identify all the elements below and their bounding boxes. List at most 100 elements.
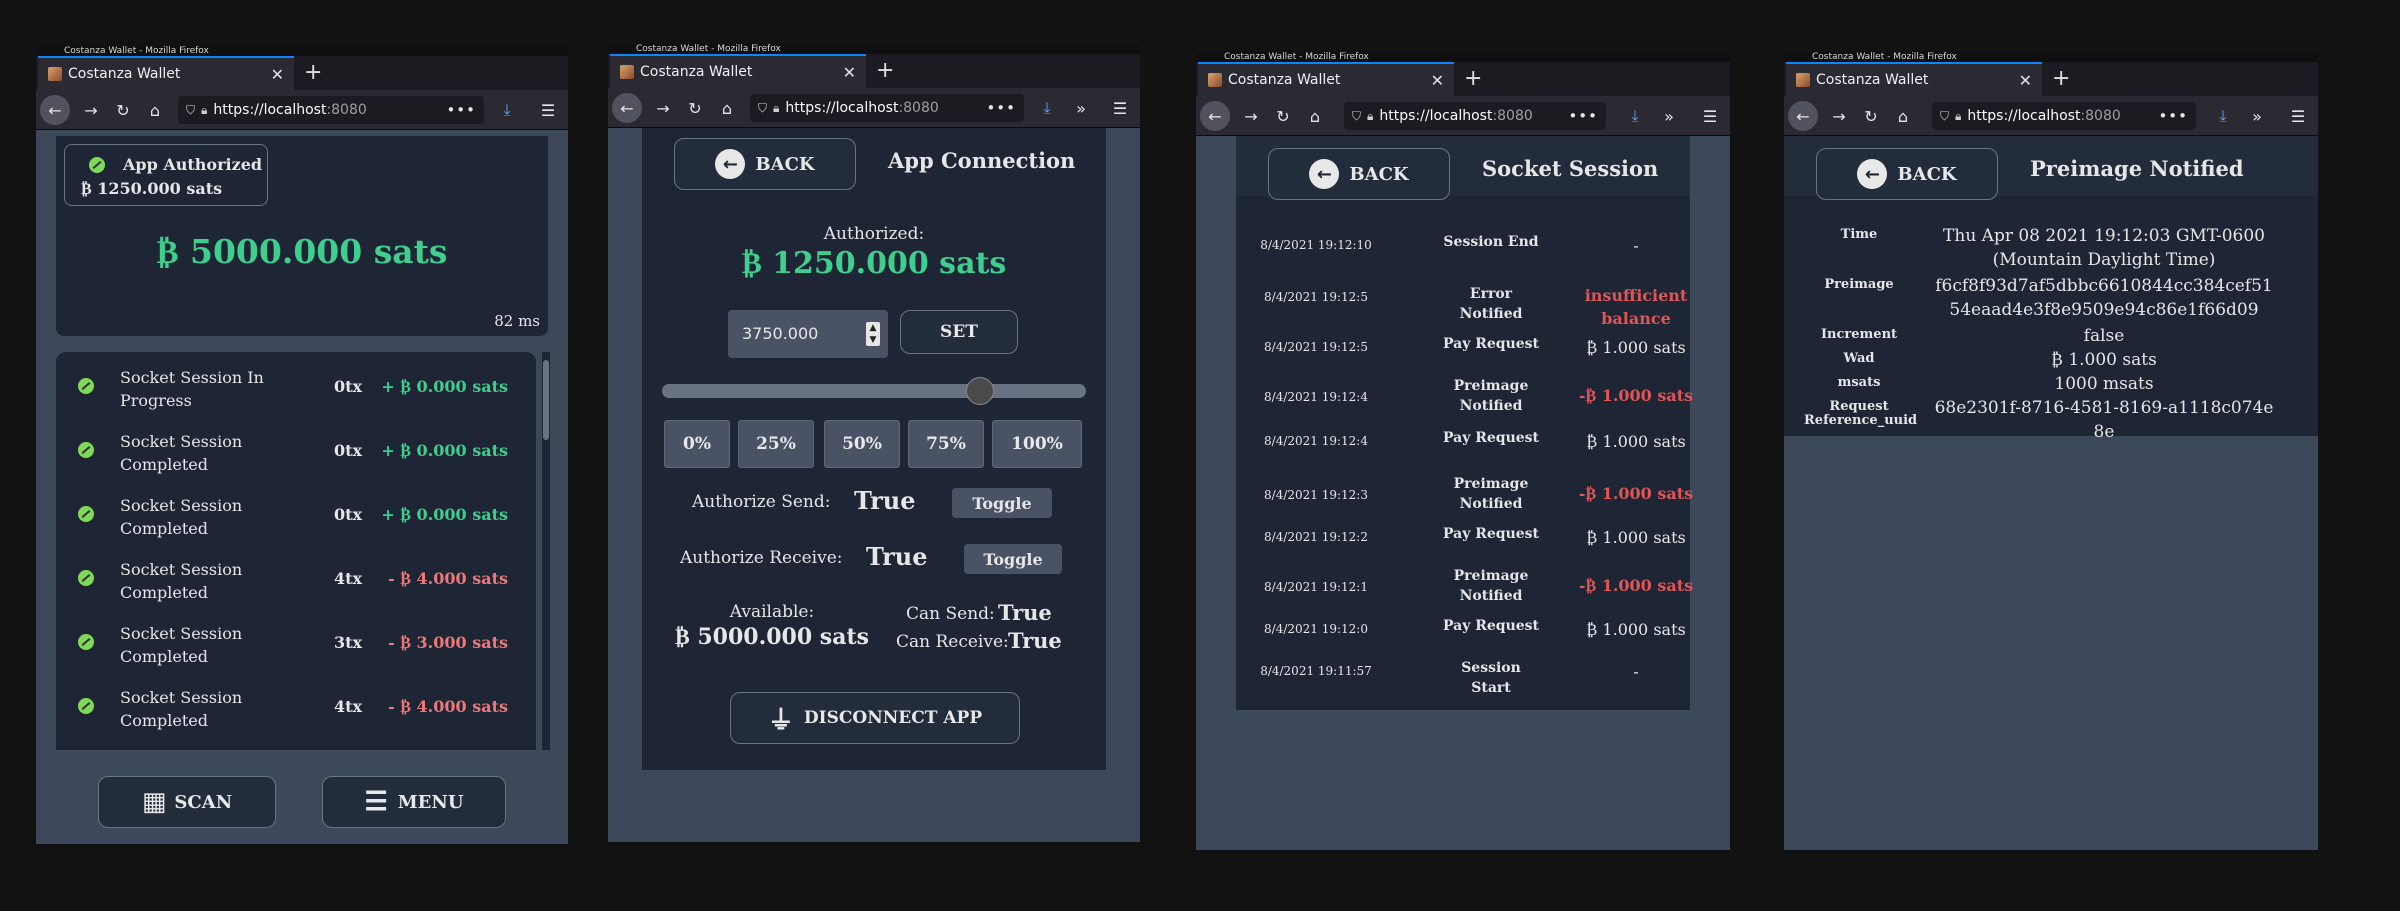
back-button[interactable]: ← BACK (1816, 148, 1998, 200)
tab-title: Costanza Wallet (1228, 72, 1341, 88)
hamburger-menu-icon[interactable]: ☰ (2282, 96, 2314, 136)
transaction-row[interactable]: Socket Session Completed 0tx + ₿ 0.000 sat… (56, 484, 536, 548)
transaction-row[interactable]: Socket Session Completed 4tx - ₿ 4.000 sat… (56, 548, 536, 612)
list-scrollbar[interactable] (542, 352, 550, 750)
url-bar[interactable]: ⛉ 🔒︎ https://localhost:8080 ••• (1344, 102, 1606, 130)
percent-button[interactable]: 0% (664, 420, 730, 468)
scan-button[interactable]: ▦ SCAN (98, 776, 276, 828)
money-icon (89, 157, 105, 173)
amount-input[interactable]: 3750.000 ▲ ▼ (728, 310, 888, 358)
event-value: ₿ 1.000 sats (1586, 528, 1686, 547)
forward-icon[interactable]: → (648, 88, 678, 128)
transaction-row[interactable]: Socket Session Completed 3tx - ₿ 3.000 sat… (56, 612, 536, 676)
transaction-count: 0tx (334, 441, 363, 460)
overflow-chevron-icon[interactable]: » (1066, 88, 1096, 128)
browser-tab[interactable]: Costanza Wallet ✕ (1786, 62, 2042, 96)
url-bar[interactable]: ⛉ 🔒︎ https://localhost:8080 ••• (750, 94, 1024, 122)
slider-thumb[interactable] (966, 377, 994, 405)
favicon-icon (1208, 73, 1222, 87)
percent-button[interactable]: 50% (824, 420, 900, 468)
event-type: Pay Request (1443, 430, 1539, 446)
event-timestamp: 8/4/2021 19:12:2 (1264, 530, 1368, 544)
back-nav-button[interactable]: ← (610, 88, 644, 128)
back-button[interactable]: ← BACK (1268, 148, 1450, 200)
event-timestamp: 8/4/2021 19:12:4 (1264, 434, 1368, 448)
authorize-receive-label: Authorize Receive: (680, 548, 843, 568)
set-button[interactable]: SET (900, 310, 1018, 354)
authorization-slider[interactable] (662, 377, 1086, 405)
event-type: Preimage Notified (1453, 476, 1529, 512)
transaction-label: Socket Session Completed (120, 560, 243, 602)
new-tab-button[interactable]: + (2052, 66, 2070, 91)
back-nav-button[interactable]: ← (1786, 96, 1820, 136)
close-tab-icon[interactable]: ✕ (271, 65, 284, 84)
hamburger-menu-icon[interactable]: ☰ (1104, 88, 1136, 128)
percent-button[interactable]: 75% (908, 420, 984, 468)
menu-button[interactable]: ☰ MENU (322, 776, 506, 828)
url-bar[interactable]: ⛉ 🔒︎ https://localhost:8080 ••• (178, 96, 484, 124)
can-receive-value: True (1008, 628, 1062, 653)
reload-icon[interactable]: ↻ (680, 88, 710, 128)
new-tab-button[interactable]: + (1464, 66, 1482, 91)
home-icon[interactable]: ⌂ (1300, 96, 1330, 136)
back-button[interactable]: ← BACK (674, 138, 856, 190)
app-authorized-notification[interactable]: App Authorized ₿ 1250.000 sats (64, 144, 268, 206)
download-icon[interactable]: ⤓ (1620, 96, 1650, 136)
money-icon (78, 698, 94, 714)
overflow-chevron-icon[interactable]: » (2242, 96, 2272, 136)
transaction-row[interactable]: Socket Session In Progress 0tx + ₿ 0.000 s… (56, 356, 536, 420)
transaction-row[interactable]: Socket Session Completed 4tx - ₿ 4.000 sat… (56, 676, 536, 740)
reload-icon[interactable]: ↻ (108, 90, 138, 130)
number-stepper-icon[interactable]: ▲ ▼ (866, 322, 880, 346)
authorize-receive-toggle[interactable]: Toggle (964, 544, 1062, 574)
hamburger-menu-icon[interactable]: ☰ (1694, 96, 1726, 136)
tab-strip: Costanza Wallet ✕ + (608, 54, 1140, 88)
transaction-count: 4tx (334, 569, 363, 588)
new-tab-button[interactable]: + (304, 60, 322, 85)
forward-icon[interactable]: → (1236, 96, 1266, 136)
page-actions-icon[interactable]: ••• (446, 101, 476, 119)
home-icon[interactable]: ⌂ (1888, 96, 1918, 136)
page-actions-icon[interactable]: ••• (2158, 107, 2188, 125)
overflow-chevron-icon[interactable]: » (1654, 96, 1684, 136)
page-actions-icon[interactable]: ••• (1568, 107, 1598, 125)
transaction-row[interactable]: Socket Session Completed 0tx + ₿ 0.000 sat… (56, 420, 536, 484)
transaction-count: 0tx (334, 505, 363, 524)
disconnect-app-button[interactable]: ⏚ DISCONNECT APP (730, 692, 1020, 744)
reload-icon[interactable]: ↻ (1856, 96, 1886, 136)
scrollbar-thumb[interactable] (543, 360, 549, 440)
close-tab-icon[interactable]: ✕ (843, 63, 856, 82)
page-actions-icon[interactable]: ••• (986, 99, 1016, 117)
close-tab-icon[interactable]: ✕ (1431, 71, 1444, 90)
arrow-left-icon: ← (40, 95, 70, 125)
back-nav-button[interactable]: ← (38, 90, 72, 130)
forward-icon[interactable]: → (1824, 96, 1854, 136)
percent-button[interactable]: 25% (738, 420, 814, 468)
menu-label: MENU (397, 791, 464, 813)
reload-icon[interactable]: ↻ (1268, 96, 1298, 136)
home-icon[interactable]: ⌂ (712, 88, 742, 128)
close-tab-icon[interactable]: ✕ (2019, 71, 2032, 90)
download-icon[interactable]: ⤓ (492, 90, 522, 130)
transaction-list: Socket Session In Progress 0tx + ₿ 0.000 s… (56, 352, 536, 750)
available-amount: ₿ 5000.000 sats (675, 624, 869, 650)
scan-label: SCAN (174, 791, 233, 813)
browser-tab[interactable]: Costanza Wallet ✕ (1198, 62, 1454, 96)
page-title: Preimage Notified (2030, 156, 2244, 181)
home-icon[interactable]: ⌂ (140, 90, 170, 130)
browser-tab[interactable]: Costanza Wallet ✕ (38, 56, 294, 90)
tab-title: Costanza Wallet (68, 66, 181, 82)
percent-button[interactable]: 100% (992, 420, 1082, 468)
url-bar[interactable]: ⛉ 🔒︎ https://localhost:8080 ••• (1932, 102, 2196, 130)
browser-tab[interactable]: Costanza Wallet ✕ (610, 54, 866, 88)
forward-icon[interactable]: → (76, 90, 106, 130)
authorized-amount: ₿ 1250.000 sats (741, 246, 1007, 281)
field-value: f6cf8f93d7af5dbbc6610844cc384cef5154eaad… (1935, 276, 2273, 320)
event-type: Session Start (1461, 660, 1521, 696)
back-nav-button[interactable]: ← (1198, 96, 1232, 136)
new-tab-button[interactable]: + (876, 58, 894, 83)
hamburger-menu-icon[interactable]: ☰ (532, 90, 564, 130)
authorize-send-toggle[interactable]: Toggle (952, 488, 1052, 518)
download-icon[interactable]: ⤓ (1032, 88, 1062, 128)
download-icon[interactable]: ⤓ (2208, 96, 2238, 136)
